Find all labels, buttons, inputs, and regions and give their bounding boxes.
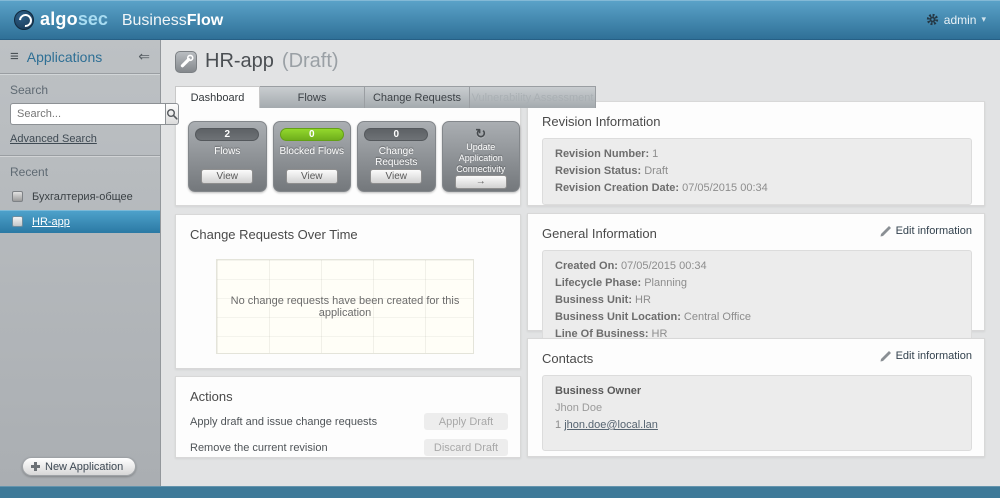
user-menu[interactable]: admin ▾ xyxy=(926,13,986,27)
contacts-box: Business Owner Jhon Doe 1 jhon.doe@local… xyxy=(542,375,972,451)
tab-change-requests[interactable]: Change Requests xyxy=(365,86,470,108)
contact-email-link[interactable]: jhon.doe@local.lan xyxy=(564,419,658,431)
main-content: HR-app (Draft) Dashboard Flows Change Re… xyxy=(161,40,1000,486)
application-square-icon xyxy=(12,216,23,227)
pencil-icon xyxy=(880,226,891,237)
search-row xyxy=(10,103,179,125)
change-requests-card: 0 Change Requests View xyxy=(357,121,436,192)
dashboard-right-column: Revision Information Revision Number: 1 R… xyxy=(527,101,985,457)
application-icon xyxy=(175,50,197,73)
change-requests-chart: No change requests have been created for… xyxy=(216,259,474,354)
app-name: HR-app xyxy=(205,50,274,72)
search-section-label: Search xyxy=(10,83,49,97)
user-name: admin xyxy=(943,12,977,27)
algosec-businessflow-logo: algosec BusinessFlow xyxy=(14,9,223,30)
flows-count-badge: 2 xyxy=(195,128,260,141)
plus-icon xyxy=(31,462,40,471)
tab-vulnerability-assessment: Vulnerability Assessment xyxy=(470,86,596,108)
recent-section-label: Recent xyxy=(10,165,49,179)
collapse-sidebar-icon[interactable]: ⇐ xyxy=(138,48,150,65)
pencil-icon xyxy=(880,351,891,362)
search-button[interactable] xyxy=(165,103,179,125)
change-requests-chart-panel: Change Requests Over Time No change requ… xyxy=(175,214,521,369)
contacts-panel: Contacts Edit information Business Owner… xyxy=(527,338,985,457)
contact-role: Business Owner xyxy=(555,385,642,397)
blocked-flows-view-button[interactable]: View xyxy=(285,169,338,184)
algosec-logo-icon xyxy=(14,9,34,30)
sidebar-title: Applications xyxy=(26,48,103,65)
sidebar-header: ≡ Applications ⇐ xyxy=(0,40,160,74)
revision-information-panel: Revision Information Revision Number: 1 R… xyxy=(527,101,985,206)
revision-information-title: Revision Information xyxy=(542,114,661,129)
discard-draft-row: Remove the current revision Discard Draf… xyxy=(176,439,520,456)
change-requests-count-badge: 0 xyxy=(364,128,429,141)
contact-name: Jhon Doe xyxy=(555,402,603,414)
apply-draft-row: Apply draft and issue change requests Ap… xyxy=(176,413,520,430)
general-information-panel: General Information Edit information Cre… xyxy=(527,213,985,351)
refresh-icon: ↻ xyxy=(475,126,487,141)
change-requests-view-button[interactable]: View xyxy=(370,169,423,184)
search-input[interactable] xyxy=(10,103,165,125)
dashboard-left-column: 2 Flows View 0 Blocked Flows View 0 Chan… xyxy=(175,107,521,458)
chart-empty-message: No change requests have been created for… xyxy=(230,294,460,319)
recent-item-hr-app[interactable]: HR-app xyxy=(0,210,160,233)
update-connectivity-card: ↻ Update Application Connectivity → xyxy=(441,121,520,192)
blocked-flows-card: 0 Blocked Flows View xyxy=(272,121,351,192)
update-connectivity-button[interactable]: → xyxy=(454,175,507,189)
general-information-box: Created On: 07/05/2015 00:34 Lifecycle Ph… xyxy=(542,250,972,351)
edit-general-information-link[interactable]: Edit information xyxy=(880,225,972,237)
app-status: (Draft) xyxy=(281,50,339,72)
application-square-icon xyxy=(12,191,23,202)
new-application-button[interactable]: New Application xyxy=(22,457,137,476)
flows-card: 2 Flows View xyxy=(188,121,267,192)
footer-bar xyxy=(0,486,1000,498)
revision-information-box: Revision Number: 1 Revision Status: Draft … xyxy=(542,138,972,205)
tab-bar: Dashboard Flows Change Requests Vulnerab… xyxy=(175,86,596,108)
applications-sidebar: ≡ Applications ⇐ Search Advanced Search … xyxy=(0,40,179,486)
page-title: HR-app (Draft) xyxy=(175,50,339,73)
summary-cards-panel: 2 Flows View 0 Blocked Flows View 0 Chan… xyxy=(175,107,521,206)
advanced-search-link[interactable]: Advanced Search xyxy=(10,133,97,145)
apply-draft-button[interactable]: Apply Draft xyxy=(424,413,508,430)
tab-flows[interactable]: Flows xyxy=(260,86,365,108)
actions-title: Actions xyxy=(190,389,233,404)
tab-dashboard[interactable]: Dashboard xyxy=(175,86,260,108)
edit-contacts-link[interactable]: Edit information xyxy=(880,350,972,362)
menu-icon[interactable]: ≡ xyxy=(10,49,19,64)
sidebar-divider xyxy=(0,155,160,156)
caret-down-icon: ▾ xyxy=(981,14,986,24)
recent-item-buhgalteria[interactable]: Бухгалтерия-общее xyxy=(0,185,160,208)
search-icon xyxy=(167,109,178,120)
chart-title: Change Requests Over Time xyxy=(190,227,358,242)
top-bar: algosec BusinessFlow admin ▾ xyxy=(0,0,1000,40)
logo-text: algosec BusinessFlow xyxy=(40,9,224,29)
actions-panel: Actions Apply draft and issue change req… xyxy=(175,376,521,458)
gear-icon xyxy=(926,13,938,26)
discard-draft-button[interactable]: Discard Draft xyxy=(424,439,508,456)
blocked-flows-count-badge: 0 xyxy=(279,128,344,141)
contact-email-row: 1 jhon.doe@local.lan xyxy=(555,419,658,431)
flows-view-button[interactable]: View xyxy=(201,169,254,184)
